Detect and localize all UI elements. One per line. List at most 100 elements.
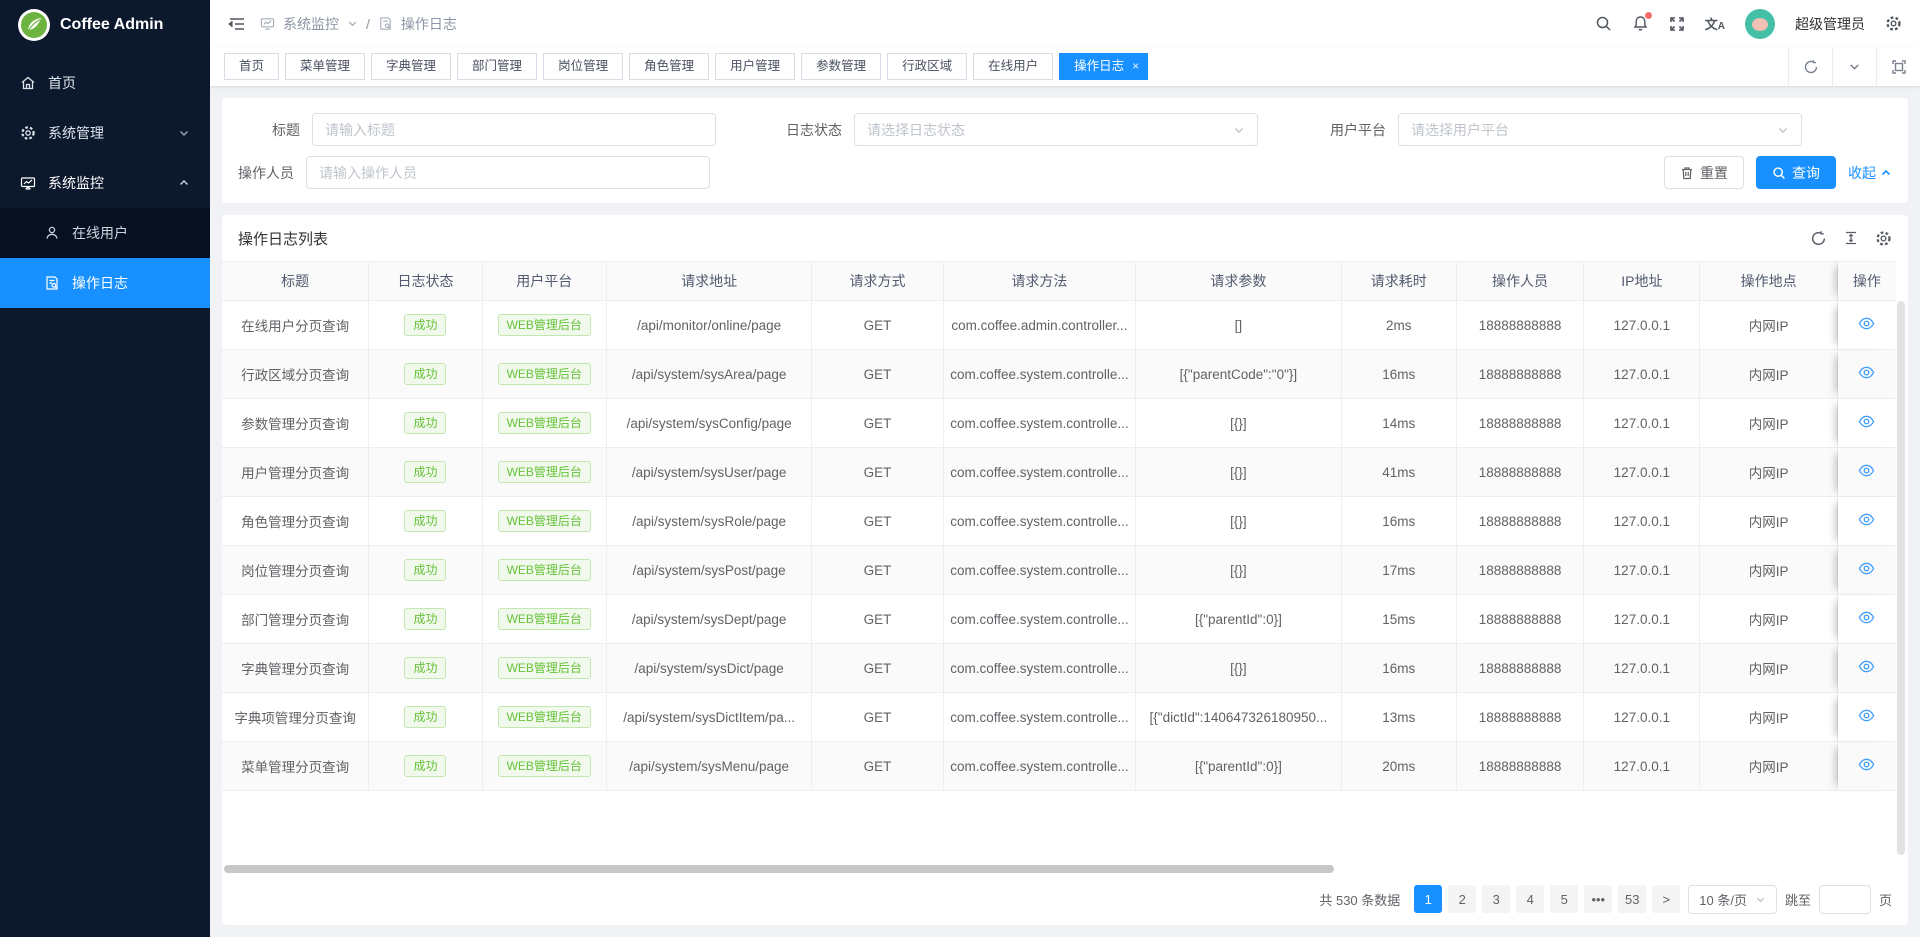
cell-request-params: [{}] — [1136, 497, 1341, 546]
horizontal-scrollbar-thumb[interactable] — [224, 865, 1334, 873]
page-button[interactable]: 53 — [1618, 885, 1646, 913]
sidebar-item-system-monitor[interactable]: 系统监控 — [0, 158, 210, 208]
cell-request-handler: com.coffee.system.controlle... — [944, 350, 1136, 399]
page-size-select[interactable]: 10 条/页 — [1688, 885, 1777, 914]
cell-request-method: GET — [812, 644, 943, 693]
col-operator: 操作人员 — [1457, 261, 1584, 301]
cell-ip: 127.0.0.1 — [1584, 644, 1700, 693]
view-detail-eye-icon[interactable] — [1858, 658, 1875, 675]
language-switch-icon[interactable]: 文A — [1705, 14, 1725, 33]
jump-page-input[interactable] — [1819, 885, 1871, 914]
tab-item[interactable]: 字典管理 — [371, 53, 451, 80]
refresh-icon[interactable] — [1810, 230, 1827, 247]
refresh-tab-button[interactable] — [1788, 47, 1832, 86]
tab-operation-log-active[interactable]: 操作日志× — [1059, 53, 1148, 80]
user-platform-select[interactable]: 请选择用户平台 — [1398, 113, 1802, 146]
log-status-select[interactable]: 请选择日志状态 — [854, 113, 1258, 146]
vertical-scrollbar[interactable] — [1897, 301, 1905, 855]
view-detail-eye-icon[interactable] — [1858, 413, 1875, 430]
page-button[interactable]: ••• — [1584, 885, 1612, 913]
chevron-down-icon — [1233, 124, 1245, 136]
close-tab-icon[interactable]: × — [1132, 59, 1139, 73]
page-button[interactable]: 4 — [1516, 885, 1544, 913]
sidebar-item-system-mgmt[interactable]: 系统管理 — [0, 108, 210, 158]
fullscreen-icon[interactable] — [1669, 16, 1685, 32]
breadcrumb-level1[interactable]: 系统监控 — [283, 14, 339, 34]
tab-item[interactable]: 首页 — [224, 53, 279, 80]
col-ip: IP地址 — [1584, 261, 1700, 301]
page-jump: 跳至 页 — [1785, 885, 1892, 914]
cell-ip: 127.0.0.1 — [1584, 546, 1700, 595]
view-detail-eye-icon[interactable] — [1858, 315, 1875, 332]
maximize-content-button[interactable] — [1876, 47, 1920, 86]
tab-item[interactable]: 菜单管理 — [285, 53, 365, 80]
settings-gear-icon[interactable] — [1885, 15, 1902, 32]
current-user-name[interactable]: 超级管理员 — [1795, 14, 1865, 34]
cell-title: 岗位管理分页查询 — [222, 546, 369, 595]
collapse-filter-link[interactable]: 收起 — [1848, 163, 1892, 183]
view-detail-eye-icon[interactable] — [1858, 756, 1875, 773]
title-input[interactable] — [312, 113, 716, 146]
row-height-icon[interactable] — [1843, 230, 1859, 246]
view-detail-eye-icon[interactable] — [1858, 511, 1875, 528]
tab-label: 首页 — [239, 59, 264, 73]
page-button[interactable]: 2 — [1448, 885, 1476, 913]
cell-request-duration: 20ms — [1342, 742, 1457, 791]
cell-actions — [1838, 693, 1896, 742]
cell-request-handler: com.coffee.system.controlle... — [944, 546, 1136, 595]
tab-item[interactable]: 在线用户 — [973, 53, 1053, 80]
sidebar-item-home[interactable]: 首页 — [0, 58, 210, 108]
search-icon[interactable] — [1595, 15, 1612, 32]
filter-field-user-platform: 用户平台 请选择用户平台 — [1330, 113, 1802, 146]
operator-input[interactable] — [306, 156, 710, 189]
view-detail-eye-icon[interactable] — [1858, 462, 1875, 479]
cell-log-status: 成功 — [369, 742, 482, 791]
cell-location: 内网IP — [1700, 693, 1837, 742]
page-button-active[interactable]: 1 — [1414, 885, 1442, 913]
cell-request-duration: 13ms — [1342, 693, 1457, 742]
view-detail-eye-icon[interactable] — [1858, 707, 1875, 724]
tab-item[interactable]: 岗位管理 — [543, 53, 623, 80]
status-badge: 成功 — [404, 657, 446, 679]
tab-item[interactable]: 行政区域 — [887, 53, 967, 80]
tab-label: 菜单管理 — [300, 59, 350, 73]
tab-label: 用户管理 — [730, 59, 780, 73]
collapse-label: 收起 — [1848, 163, 1876, 183]
sidebar-item-online-users[interactable]: 在线用户 — [0, 208, 210, 258]
table-row: 用户管理分页查询 成功 WEB管理后台 /api/system/sysUser/… — [222, 448, 1896, 497]
view-detail-eye-icon[interactable] — [1858, 609, 1875, 626]
notifications-button[interactable] — [1632, 15, 1649, 33]
avatar[interactable] — [1745, 9, 1775, 39]
breadcrumb-separator: / — [366, 16, 370, 32]
cell-location: 内网IP — [1700, 644, 1837, 693]
tab-item[interactable]: 用户管理 — [715, 53, 795, 80]
next-page-button[interactable]: > — [1652, 885, 1680, 913]
chevron-down-icon[interactable] — [347, 18, 358, 29]
tab-item[interactable]: 参数管理 — [801, 53, 881, 80]
column-settings-gear-icon[interactable] — [1875, 230, 1892, 247]
sidebar-item-operation-log[interactable]: 操作日志 — [0, 258, 210, 308]
cell-request-handler: com.coffee.system.controlle... — [944, 693, 1136, 742]
cell-title: 菜单管理分页查询 — [222, 742, 369, 791]
col-log-status: 日志状态 — [369, 261, 482, 301]
page-button[interactable]: 3 — [1482, 885, 1510, 913]
monitor-icon — [20, 175, 36, 191]
reset-button[interactable]: 重置 — [1664, 156, 1744, 189]
tabs-menu-button[interactable] — [1832, 47, 1876, 86]
table-row: 字典管理分页查询 成功 WEB管理后台 /api/system/sysDict/… — [222, 644, 1896, 693]
page-content: 标题 日志状态 请选择日志状态 用户平台 请选择用户平台 — [210, 86, 1920, 937]
page-button[interactable]: 5 — [1550, 885, 1578, 913]
tab-item[interactable]: 角色管理 — [629, 53, 709, 80]
cell-request-params: [{}] — [1136, 644, 1341, 693]
query-button[interactable]: 查询 — [1756, 156, 1836, 189]
sidebar: Coffee Admin 首页 系统管理 系统监控 在线用户 — [0, 0, 210, 937]
col-request-url: 请求地址 — [607, 261, 812, 301]
view-detail-eye-icon[interactable] — [1858, 560, 1875, 577]
platform-badge: WEB管理后台 — [498, 657, 591, 679]
tab-item[interactable]: 部门管理 — [457, 53, 537, 80]
view-detail-eye-icon[interactable] — [1858, 364, 1875, 381]
filter-field-log-status: 日志状态 请选择日志状态 — [786, 113, 1258, 146]
collapse-sidebar-icon[interactable] — [228, 15, 246, 33]
cell-request-url: /api/system/sysDict/page — [607, 644, 812, 693]
app-logo: Coffee Admin — [0, 0, 210, 50]
